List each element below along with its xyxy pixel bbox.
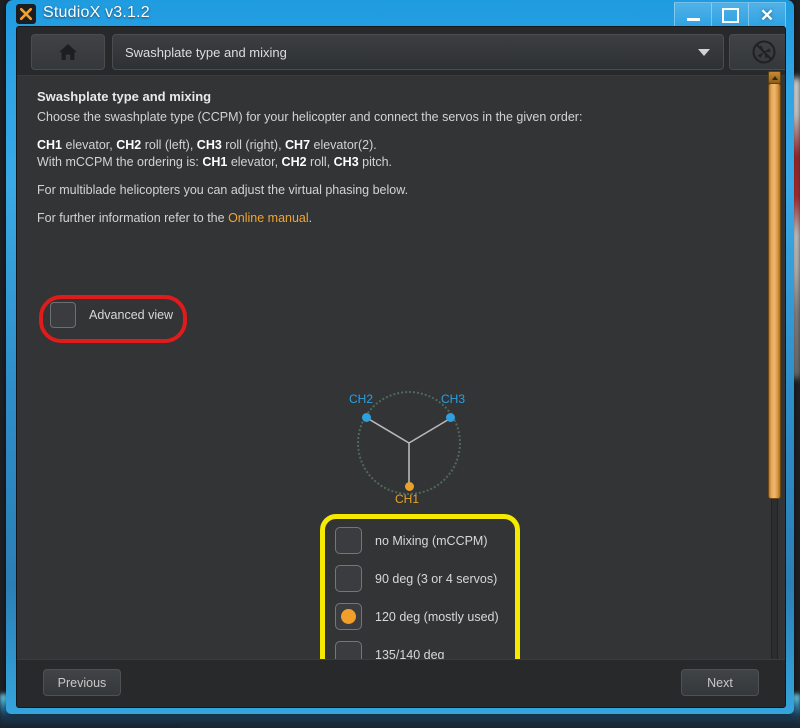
content-pane: Swashplate type and mixing Choose the sw… bbox=[17, 76, 785, 707]
further-info-suffix: . bbox=[308, 211, 313, 225]
servo-dot-ch2[interactable] bbox=[362, 413, 371, 422]
previous-button[interactable]: Previous bbox=[43, 669, 121, 696]
advanced-view-checkbox[interactable]: Advanced view bbox=[50, 302, 173, 328]
minimize-icon bbox=[686, 17, 700, 21]
ch1-label-a: CH1 bbox=[37, 138, 63, 152]
ch2-label-b: CH2 bbox=[281, 155, 307, 169]
servo-dot-ch1[interactable] bbox=[405, 482, 414, 491]
order-text-b3: pitch. bbox=[358, 155, 393, 169]
further-info-prefix: For further information refer to the bbox=[37, 211, 229, 225]
order-text-a4: elevator(2). bbox=[310, 138, 377, 152]
footer-bar: Previous Next bbox=[17, 659, 785, 707]
advanced-view-checkbox-box[interactable] bbox=[50, 302, 76, 328]
mixing-option-90deg[interactable]: 90 deg (3 or 4 servos) bbox=[335, 562, 507, 595]
scrollbar-thumb[interactable] bbox=[768, 83, 781, 499]
online-manual-link[interactable]: Online manual bbox=[228, 211, 309, 225]
scroll-up-button[interactable] bbox=[768, 71, 781, 84]
servo-order-line-1: CH1 elevator, CH2 roll (left), CH3 roll … bbox=[37, 137, 745, 154]
radio-box-120deg[interactable] bbox=[335, 603, 362, 630]
order-text-b1: elevator, bbox=[227, 155, 282, 169]
mixing-options-group: no Mixing (mCCPM) 90 deg (3 or 4 servos)… bbox=[335, 524, 507, 676]
radio-box-90deg[interactable] bbox=[335, 565, 362, 592]
toolbar: Swashplate type and mixing bbox=[17, 27, 785, 76]
ch3-label-b: CH3 bbox=[333, 155, 359, 169]
page-select[interactable]: Swashplate type and mixing bbox=[112, 34, 724, 70]
further-info-paragraph: For further information refer to the Onl… bbox=[37, 210, 745, 227]
motor-disabled-icon bbox=[752, 40, 776, 64]
order-text-b2: roll, bbox=[306, 155, 334, 169]
mixing-option-label: 90 deg (3 or 4 servos) bbox=[375, 571, 498, 586]
swashplate-diagram: CH2 CH3 CH1 bbox=[349, 391, 465, 506]
close-button[interactable]: ✕ bbox=[748, 2, 786, 28]
mixing-option-label: 120 deg (mostly used) bbox=[375, 609, 499, 624]
ch1-label-b: CH1 bbox=[202, 155, 228, 169]
order-text-a1: elevator, bbox=[62, 138, 117, 152]
minimize-button[interactable] bbox=[674, 2, 711, 28]
swashplate-arms bbox=[366, 417, 452, 487]
description-text: Swashplate type and mixing Choose the sw… bbox=[37, 89, 745, 227]
servo-dot-ch3[interactable] bbox=[446, 413, 455, 422]
studiox-logo-icon bbox=[16, 4, 36, 24]
vertical-scrollbar[interactable] bbox=[768, 71, 781, 701]
window-title: StudioX v3.1.2 bbox=[43, 4, 150, 21]
radio-box-no-mixing[interactable] bbox=[335, 527, 362, 554]
home-icon bbox=[59, 44, 77, 60]
mixing-option-no-mixing[interactable]: no Mixing (mCCPM) bbox=[335, 524, 507, 557]
client-area: Swashplate type and mixing Swashplate ty… bbox=[16, 26, 786, 708]
mixing-option-label: no Mixing (mCCPM) bbox=[375, 533, 488, 548]
ch7-label-a: CH7 bbox=[285, 138, 311, 152]
advanced-view-label: Advanced view bbox=[89, 308, 174, 322]
ch3-label-a: CH3 bbox=[196, 138, 222, 152]
servo-order-line-2: With mCCPM the ordering is: CH1 elevator… bbox=[37, 154, 745, 171]
window-controls: ✕ bbox=[674, 2, 786, 28]
servo-label-ch3: CH3 bbox=[441, 392, 466, 406]
chevron-down-icon bbox=[698, 48, 710, 56]
order-text-b0: With mCCPM the ordering is: bbox=[37, 155, 203, 169]
order-text-a3: roll (right), bbox=[221, 138, 286, 152]
servo-label-ch2: CH2 bbox=[349, 392, 374, 406]
page-select-value: Swashplate type and mixing bbox=[125, 44, 287, 60]
motor-disable-button[interactable] bbox=[729, 34, 785, 70]
radio-selected-dot bbox=[341, 609, 356, 624]
application-window: StudioX v3.1.2 ✕ Swashplate type and mix… bbox=[6, 0, 794, 714]
order-text-a2: roll (left), bbox=[141, 138, 197, 152]
mixing-option-120deg[interactable]: 120 deg (mostly used) bbox=[335, 600, 507, 633]
home-button[interactable] bbox=[31, 34, 105, 70]
page-title: Swashplate type and mixing bbox=[37, 89, 212, 104]
intro-paragraph: Choose the swashplate type (CCPM) for yo… bbox=[37, 110, 583, 124]
ch2-label-a: CH2 bbox=[116, 138, 142, 152]
title-bar[interactable]: StudioX v3.1.2 ✕ bbox=[6, 0, 794, 29]
scroll-up-icon bbox=[771, 75, 778, 80]
servo-label-ch1: CH1 bbox=[395, 492, 420, 506]
close-icon: ✕ bbox=[759, 5, 775, 25]
maximize-button[interactable] bbox=[711, 2, 748, 28]
multiblade-paragraph: For multiblade helicopters you can adjus… bbox=[37, 183, 409, 197]
maximize-icon bbox=[721, 7, 739, 23]
next-button[interactable]: Next bbox=[681, 669, 759, 696]
